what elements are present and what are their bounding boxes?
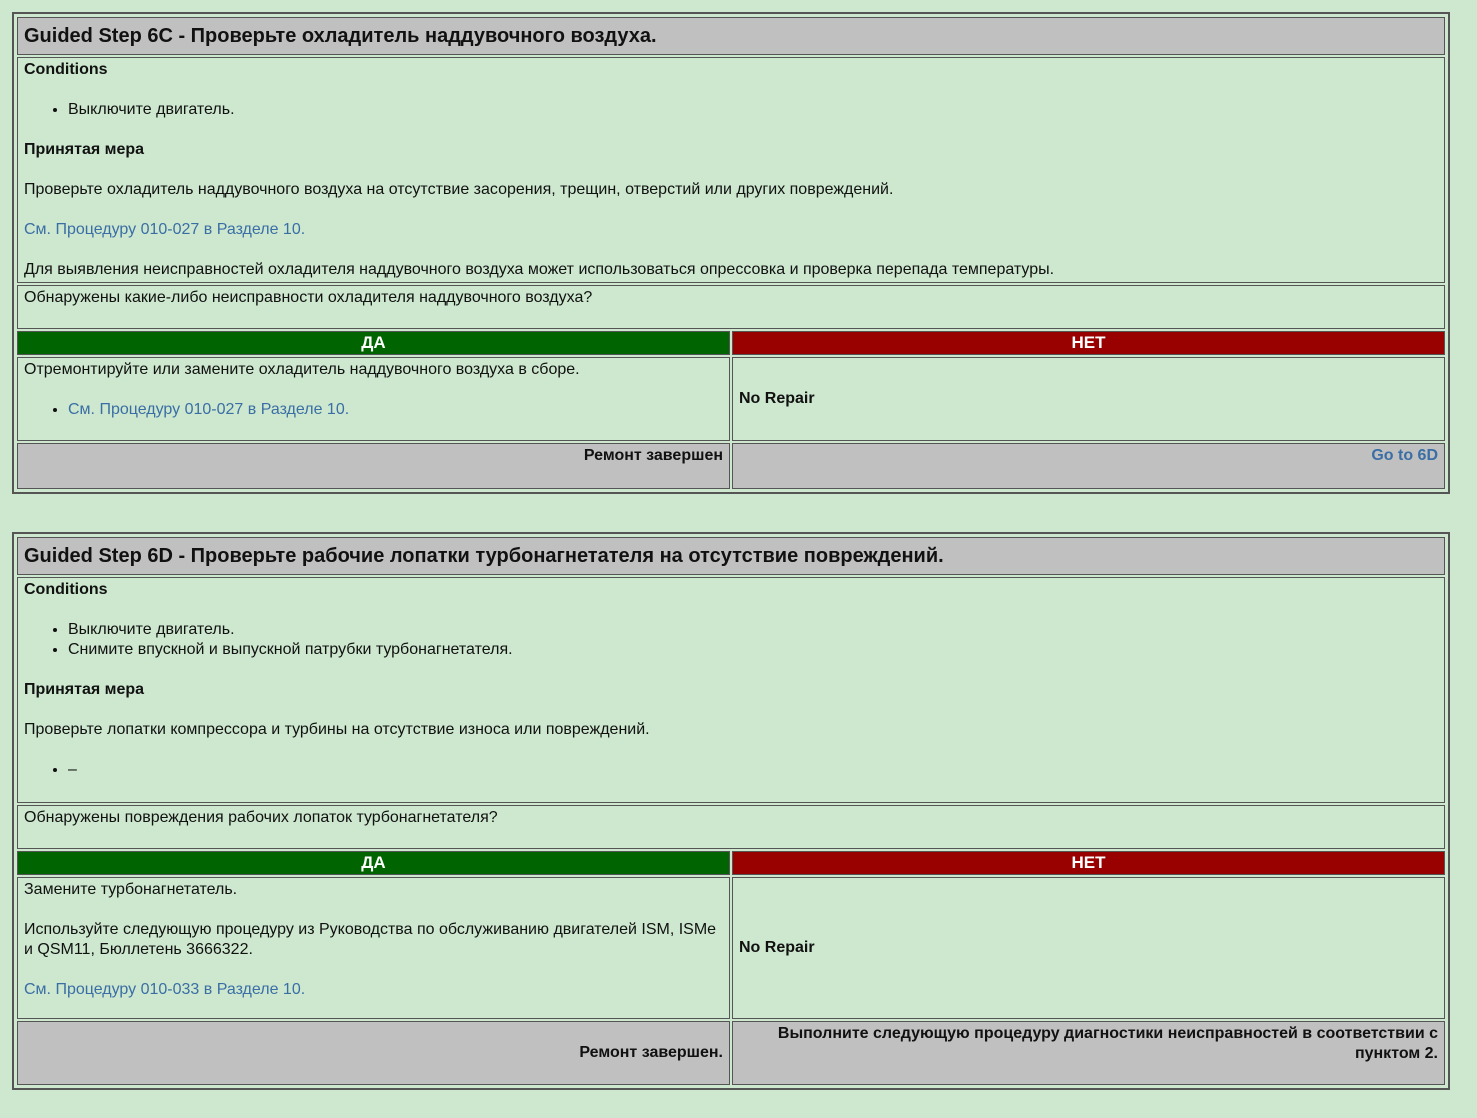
yes-footer: Ремонт завершен. [17,1021,730,1085]
condition-item: Снимите впускной и выпускной патрубки ту… [68,640,1438,660]
yes-footer: Ремонт завершен [17,443,730,489]
no-answer-cell: No Repair [732,357,1445,441]
yes-header: ДА [17,851,730,875]
yes-text: Отремонтируйте или замените охладитель н… [24,361,580,378]
action-label: Принятая мера [24,141,145,158]
condition-item: Выключите двигатель. [68,620,1438,640]
condition-item: Выключите двигатель. [68,100,1438,120]
yes-text: Замените турбонагнетатель. [24,881,238,898]
step-title: Guided Step 6C - Проверьте охладитель на… [17,17,1445,55]
procedure-link[interactable]: См. Процедуру 010-027 в Разделе 10. [24,221,305,238]
step-table: Guided Step 6D - Проверьте рабочие лопат… [15,535,1447,1087]
guided-step-6d: Guided Step 6D - Проверьте рабочие лопат… [12,532,1450,1090]
yes-answer-cell: Замените турбонагнетатель. Используйте с… [17,877,730,1019]
question-cell: Обнаружены повреждения рабочих лопаток т… [17,805,1445,849]
action-label: Принятая мера [24,681,145,698]
action-text: Проверьте лопатки компрессора и турбины … [24,721,650,738]
yes-procedure-link[interactable]: См. Процедуру 010-027 в Разделе 10. [68,401,349,418]
step-table: Guided Step 6C - Проверьте охладитель на… [15,15,1447,491]
yes-list: См. Процедуру 010-027 в Разделе 10. [24,400,723,420]
go-to-6d-link[interactable]: Go to 6D [1371,447,1438,464]
action-bullet: – [68,760,1438,780]
conditions-label: Conditions [24,581,108,598]
yes-answer-cell: Отремонтируйте или замените охладитель н… [17,357,730,441]
guided-step-6c: Guided Step 6C - Проверьте охладитель на… [12,12,1450,494]
action-note: Для выявления неисправностей охладителя … [24,261,1055,278]
yes-text-2: Используйте следующую процедуру из Руков… [24,921,717,958]
no-footer: Выполните следующую процедуру диагностик… [732,1021,1445,1085]
yes-header: ДА [17,331,730,355]
no-footer-cell: Go to 6D [732,443,1445,489]
step-title: Guided Step 6D - Проверьте рабочие лопат… [17,537,1445,575]
action-text: Проверьте охладитель наддувочного воздух… [24,181,894,198]
action-list: – [24,760,1438,780]
no-header: НЕТ [732,851,1445,875]
question-cell: Обнаружены какие-либо неисправности охла… [17,285,1445,329]
conditions-cell: Conditions Выключите двигатель. Снимите … [17,577,1445,803]
conditions-label: Conditions [24,61,108,78]
conditions-list: Выключите двигатель. Снимите впускной и … [24,620,1438,660]
no-header: НЕТ [732,331,1445,355]
no-answer-cell: No Repair [732,877,1445,1019]
conditions-list: Выключите двигатель. [24,100,1438,120]
yes-procedure-link[interactable]: См. Процедуру 010-033 в Разделе 10. [24,981,305,998]
conditions-cell: Conditions Выключите двигатель. Принятая… [17,57,1445,283]
